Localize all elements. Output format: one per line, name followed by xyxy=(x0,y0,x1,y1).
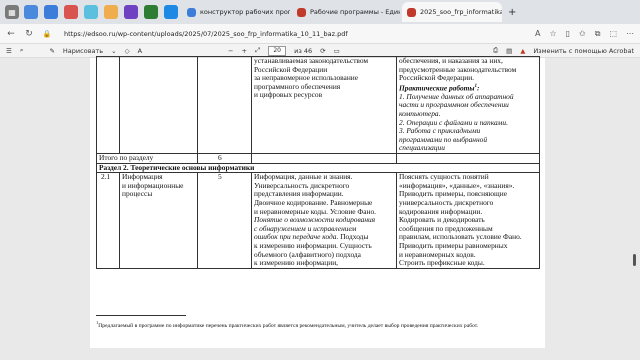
fit-icon[interactable]: ⤢ xyxy=(255,46,260,55)
print-icon[interactable]: ⎙ xyxy=(493,46,498,55)
acrobat-button[interactable]: Изменить с помощью Acrobat xyxy=(533,47,634,55)
save-icon[interactable]: ▤ xyxy=(506,47,512,55)
page-total: из 46 xyxy=(294,46,313,55)
tab-title: Рабочие программы - Единое xyxy=(310,8,400,16)
site-icon xyxy=(104,5,118,19)
tab-title: 2025_soo_frp_informatika_10_11... xyxy=(420,8,502,16)
site-icon xyxy=(297,7,306,17)
page-view-icon[interactable]: ▭ xyxy=(334,47,340,55)
pinned-tab[interactable] xyxy=(42,3,60,21)
draw-icon[interactable]: ✎ xyxy=(49,47,54,55)
refresh-icon[interactable]: ↻ xyxy=(24,29,34,39)
extensions-icon[interactable]: ⬚ xyxy=(609,29,617,39)
draw-label[interactable]: Нарисовать xyxy=(63,47,103,55)
url-field[interactable]: https://edsoo.ru/wp-content/uploads/2025… xyxy=(64,30,348,38)
highlight-icon[interactable]: A xyxy=(138,47,142,55)
favorite-icon[interactable]: ☆ xyxy=(549,29,556,39)
tab-bar: ▦ конструктор рабочих программ ✕ Рабочие… xyxy=(0,0,640,24)
erase-icon[interactable]: ◇ xyxy=(125,47,130,55)
tab-pdf[interactable]: 2025_soo_frp_informatika_10_11... ✕ xyxy=(402,2,502,22)
cell-line: специализации xyxy=(399,143,445,153)
site-icon xyxy=(164,5,178,19)
acrobat-icon: ▲ xyxy=(520,46,526,55)
search-icon[interactable]: ⌕ xyxy=(20,46,24,55)
site-icon xyxy=(44,5,58,19)
pdf-viewer: устанавливаемая законодательством Россий… xyxy=(0,56,640,360)
scrollbar-thumb[interactable] xyxy=(633,254,636,266)
cell-line: Российской Федерации. xyxy=(399,73,475,83)
row-number: 2.1 xyxy=(96,172,120,269)
pinned-tab[interactable] xyxy=(162,3,180,21)
total-value: 6 xyxy=(197,153,252,164)
page-number-input[interactable]: 20 xyxy=(268,45,287,56)
table-row: 2.1 Информация и информационные процессы… xyxy=(96,172,540,269)
site-icon xyxy=(124,5,138,19)
browser-actions: A ☆ ▯ ✩ ⧉ ⬚ ⋯ xyxy=(535,29,634,39)
table-cell: Пояснять сущность понятий «информация», … xyxy=(396,172,540,269)
chevron-down-icon[interactable]: ⌄ xyxy=(111,47,116,55)
address-bar: ← ↻ 🔒 https://edsoo.ru/wp-content/upload… xyxy=(0,24,640,44)
cell-line: процессы xyxy=(122,189,153,199)
pinned-tab[interactable] xyxy=(102,3,120,21)
table-cell: обеспечения, и наказания за них, предусм… xyxy=(396,56,540,154)
read-aloud-icon[interactable]: A xyxy=(535,29,540,39)
tab-programs[interactable]: Рабочие программы - Единое ✕ xyxy=(292,2,400,22)
cell-line: Строить префиксные коды. xyxy=(399,258,485,268)
site-icon xyxy=(187,7,196,17)
pinned-tab[interactable] xyxy=(82,3,100,21)
tab-constructor[interactable]: конструктор рабочих программ ✕ xyxy=(182,2,290,22)
site-icon xyxy=(84,5,98,19)
workspaces-icon[interactable]: ▦ xyxy=(5,5,19,19)
more-icon[interactable]: ⋯ xyxy=(626,29,634,39)
site-icon xyxy=(24,5,38,19)
footnote-divider xyxy=(96,315,186,316)
pdf-icon xyxy=(407,7,416,17)
lock-icon: 🔒 xyxy=(42,29,52,38)
new-tab-icon[interactable]: + xyxy=(508,7,516,18)
table-row: Итого по разделу 6 xyxy=(96,153,540,164)
cell-line: к измерению информации, xyxy=(254,258,339,268)
site-icon xyxy=(64,5,78,19)
tab-title: конструктор рабочих программ xyxy=(200,8,290,16)
collections-icon[interactable]: ⧉ xyxy=(595,29,601,39)
table-cell: Информация, данные и знания. Универсальн… xyxy=(251,172,397,269)
pdf-page: устанавливаемая законодательством Россий… xyxy=(90,56,545,348)
rotate-icon[interactable]: ⟳ xyxy=(320,47,325,55)
curriculum-table: устанавливаемая законодательством Россий… xyxy=(96,56,540,269)
split-screen-icon[interactable]: ▯ xyxy=(566,29,570,39)
table-cell: Информация и информационные процессы xyxy=(119,172,198,269)
pinned-tab[interactable] xyxy=(22,3,40,21)
table-row: устанавливаемая законодательством Россий… xyxy=(96,56,540,154)
pinned-tab[interactable] xyxy=(62,3,80,21)
pinned-tab[interactable] xyxy=(142,3,160,21)
site-icon xyxy=(144,5,158,19)
total-label: Итого по разделу xyxy=(96,153,198,164)
favorites-icon[interactable]: ✩ xyxy=(579,29,586,39)
contents-icon[interactable]: ☰ xyxy=(6,47,12,55)
cell-line: и цифровых ресурсов xyxy=(254,90,323,100)
pinned-tab[interactable] xyxy=(122,3,140,21)
hours-cell: 5 xyxy=(197,172,252,269)
zoom-out-icon[interactable]: − xyxy=(228,47,233,55)
table-cell: устанавливаемая законодательством Россий… xyxy=(251,56,397,154)
back-icon[interactable]: ← xyxy=(6,29,16,39)
footnote: 1Предлагаемый в программе по информатике… xyxy=(96,320,479,329)
zoom-in-icon[interactable]: + xyxy=(241,47,246,55)
